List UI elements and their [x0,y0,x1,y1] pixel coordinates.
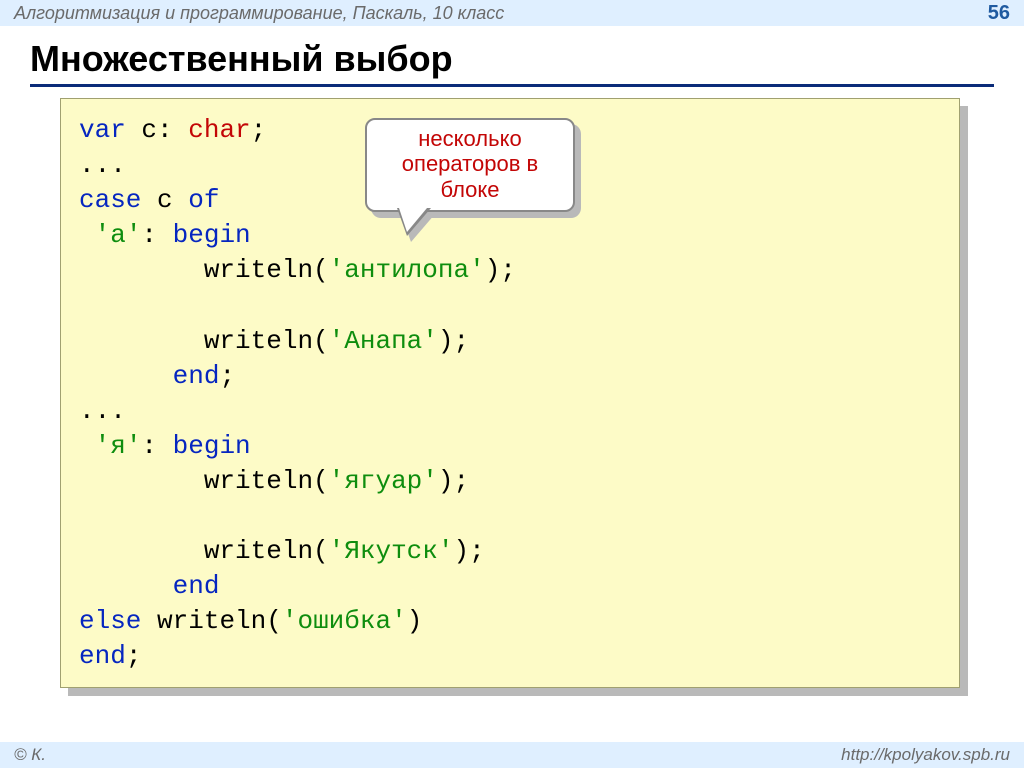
str-jaguar: 'ягуар' [329,466,438,496]
txt: ; [251,115,267,145]
txt: ( [313,466,329,496]
txt: ; [453,326,469,356]
txt: ( [313,255,329,285]
course-name: Алгоритмизация и программирование, Паска… [14,3,504,24]
str-yakutsk: 'Якутск' [329,536,454,566]
txt: c: [126,115,188,145]
kw-case: case [79,185,141,215]
indent [79,536,204,566]
indent [79,220,95,250]
indent [79,255,204,285]
kw-char: char [188,115,250,145]
txt: ; [126,641,142,671]
txt: ( [266,606,282,636]
footer-left: © К. [14,745,46,765]
footer-right: http://kpolyakov.spb.ru [841,745,1010,765]
fn-writeln: writeln [204,255,313,285]
kw-end: end [173,571,220,601]
txt: ( [313,326,329,356]
callout-text: несколько операторов в блоке [402,126,538,202]
fn-writeln: writeln [204,466,313,496]
txt: : [141,220,172,250]
txt-dots: ... [79,150,126,180]
callout-bubble: несколько операторов в блоке [365,118,575,212]
txt: ) [485,255,501,285]
indent [79,326,204,356]
txt-dots: ... [79,396,126,426]
kw-end: end [173,361,220,391]
kw-var: var [79,115,126,145]
str-anapa: 'Анапа' [329,326,438,356]
txt: ) [453,536,469,566]
txt: ) [407,606,423,636]
txt: ; [219,361,235,391]
txt: ( [313,536,329,566]
kw-else: else [79,606,141,636]
txt: ) [438,466,454,496]
footer-bar: © К. http://kpolyakov.spb.ru [0,742,1024,768]
txt: ) [438,326,454,356]
txt: ; [469,536,485,566]
indent [79,361,173,391]
kw-end: end [79,641,126,671]
fn-writeln: writeln [204,536,313,566]
callout-tail-fill [399,208,427,232]
fn-writeln: writeln [157,606,266,636]
page-number: 56 [988,2,1010,25]
fn-writeln: writeln [204,326,313,356]
kw-begin: begin [173,220,251,250]
slide-title: Множественный выбор [30,38,994,87]
indent [79,431,95,461]
str-error: 'ошибка' [282,606,407,636]
indent [79,571,173,601]
str-antilopa: 'антилопа' [329,255,485,285]
txt: ; [453,466,469,496]
lit-a: 'а' [95,220,142,250]
txt: c [141,185,188,215]
header-bar: Алгоритмизация и программирование, Паска… [0,0,1024,26]
txt: : [141,431,172,461]
txt: ; [500,255,516,285]
kw-begin: begin [173,431,251,461]
callout-box: несколько операторов в блоке [365,118,575,212]
indent [79,466,204,496]
lit-ya: 'я' [95,431,142,461]
kw-of: of [188,185,219,215]
